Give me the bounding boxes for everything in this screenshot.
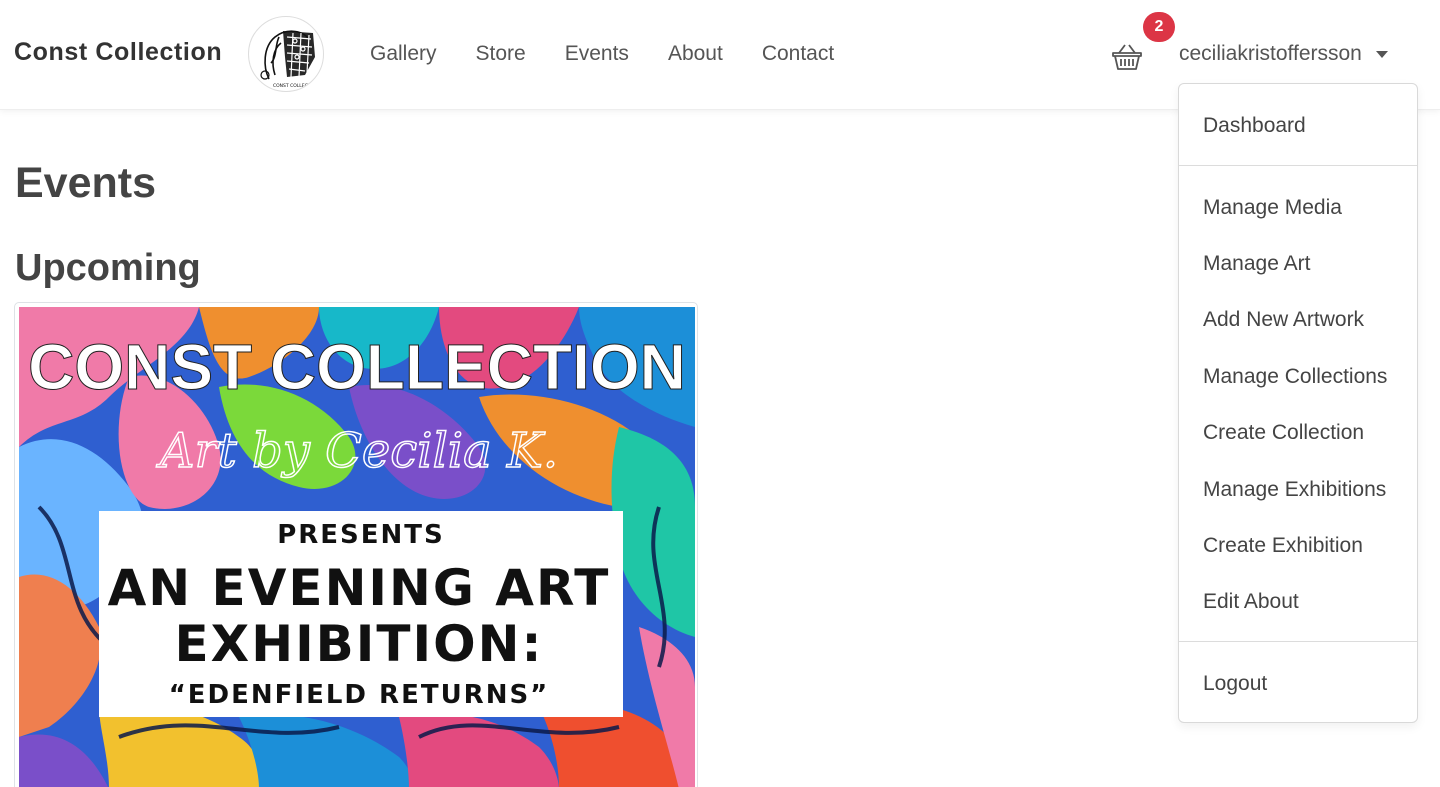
event-card[interactable]: CONST COLLECTION Art by Cecilia K. PRESE… bbox=[14, 302, 698, 787]
nav-contact[interactable]: Contact bbox=[762, 40, 834, 68]
poster-presents: PRESENTS bbox=[277, 520, 445, 550]
username-label: ceciliakristoffersson bbox=[1179, 42, 1362, 65]
brand-logo[interactable]: CONST COLLECTION bbox=[248, 16, 324, 92]
nav-events[interactable]: Events bbox=[565, 40, 629, 68]
menu-item-create-exhibition[interactable]: Create Exhibition bbox=[1203, 532, 1363, 560]
basket-icon[interactable] bbox=[1110, 40, 1144, 74]
menu-item-dashboard[interactable]: Dashboard bbox=[1203, 112, 1306, 140]
svg-text:CONST COLLECTION: CONST COLLECTION bbox=[273, 83, 319, 89]
logo-emblem: CONST COLLECTION bbox=[260, 30, 319, 89]
user-menu-toggle[interactable]: ceciliakristoffersson bbox=[1179, 40, 1388, 68]
poster-heading: CONST COLLECTION bbox=[28, 331, 686, 403]
nav-links: Gallery Store Events About Contact bbox=[370, 40, 873, 68]
poster-line2: EXHIBITION: bbox=[175, 615, 544, 673]
poster-script: Art by Cecilia K. bbox=[156, 423, 558, 479]
nav-store[interactable]: Store bbox=[476, 40, 526, 68]
poster-line1: AN EVENING ART bbox=[108, 559, 611, 617]
page-title: Events bbox=[15, 159, 157, 207]
menu-item-manage-media[interactable]: Manage Media bbox=[1203, 194, 1342, 222]
menu-item-edit-about[interactable]: Edit About bbox=[1203, 588, 1299, 616]
menu-item-logout[interactable]: Logout bbox=[1203, 670, 1267, 698]
menu-item-manage-art[interactable]: Manage Art bbox=[1203, 250, 1310, 278]
nav-gallery[interactable]: Gallery bbox=[370, 40, 437, 68]
menu-item-manage-exhibitions[interactable]: Manage Exhibitions bbox=[1203, 476, 1386, 504]
menu-item-create-collection[interactable]: Create Collection bbox=[1203, 419, 1364, 447]
user-dropdown-menu: Dashboard Manage Media Manage Art Add Ne… bbox=[1178, 83, 1418, 723]
event-poster-image: CONST COLLECTION Art by Cecilia K. PRESE… bbox=[19, 307, 695, 787]
poster-subtitle: “EDENFIELD RETURNS” bbox=[169, 680, 550, 710]
menu-divider bbox=[1179, 165, 1417, 166]
cart-count-badge: 2 bbox=[1143, 12, 1175, 42]
menu-divider bbox=[1179, 641, 1417, 642]
menu-item-add-artwork[interactable]: Add New Artwork bbox=[1203, 306, 1364, 334]
section-title-upcoming: Upcoming bbox=[15, 247, 201, 289]
menu-item-manage-collections[interactable]: Manage Collections bbox=[1203, 363, 1387, 391]
caret-down-icon bbox=[1375, 50, 1388, 58]
nav-about[interactable]: About bbox=[668, 40, 723, 68]
brand-link[interactable]: Const Collection bbox=[14, 38, 222, 67]
